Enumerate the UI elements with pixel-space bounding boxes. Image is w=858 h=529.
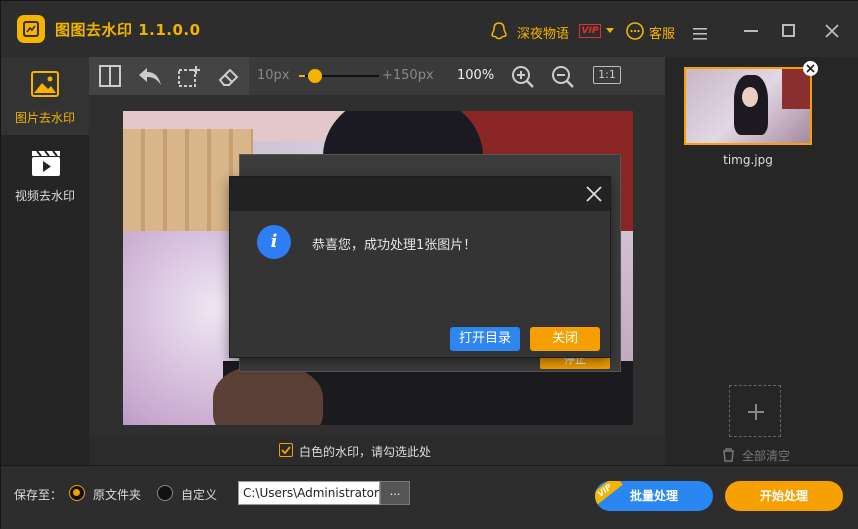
minimize-icon[interactable] — [744, 30, 758, 32]
file-list-panel: timg.jpg 全部清空 — [665, 57, 858, 465]
app-logo-icon — [17, 15, 45, 43]
remove-file-icon[interactable] — [803, 61, 818, 76]
start-process-button[interactable]: 开始处理 — [725, 481, 843, 511]
white-watermark-label[interactable]: 白色的水印，请勾选此处 — [299, 443, 431, 460]
radio-original-folder[interactable] — [69, 485, 85, 501]
slider-fill — [299, 75, 305, 77]
close-icon[interactable] — [824, 23, 840, 43]
radio-custom-folder-label[interactable]: 自定义 — [181, 486, 217, 503]
user-name[interactable]: 深夜物语 — [517, 23, 569, 42]
trash-icon[interactable] — [722, 447, 735, 466]
plus-icon — [748, 404, 764, 420]
actual-size-button[interactable]: 1:1 — [593, 66, 621, 84]
sidebar: 图片去水印 视频去水印 — [1, 57, 89, 465]
user-icon[interactable] — [489, 21, 509, 45]
split-view-icon[interactable] — [99, 65, 121, 91]
title-bar: 图图去水印 1.1.0.0 深夜物语 VIP 客服 — [1, 1, 858, 57]
success-message: 恭喜您，成功处理1张图片！ — [312, 238, 477, 253]
close-icon[interactable] — [585, 185, 603, 207]
app-window: 图图去水印 1.1.0.0 深夜物语 VIP 客服 图片去水印 视频去水印 10… — [0, 0, 858, 529]
video-clapper-icon — [32, 150, 60, 176]
eraser-icon[interactable] — [217, 65, 241, 93]
brush-size-max: +150px — [382, 68, 434, 83]
chat-service-icon[interactable] — [625, 21, 645, 45]
save-path-input[interactable] — [238, 481, 380, 505]
file-name: timg.jpg — [723, 153, 773, 167]
dialog-header — [230, 177, 610, 211]
white-watermark-checkbox[interactable] — [279, 443, 293, 457]
sidebar-item-label: 图片去水印 — [14, 111, 75, 125]
vip-ribbon: VIP — [595, 481, 623, 507]
image-icon — [31, 71, 59, 97]
sidebar-item-label: 视频去水印 — [14, 189, 75, 203]
save-to-label: 保存至： — [14, 488, 63, 502]
tool-group — [89, 57, 249, 95]
browse-button[interactable]: ... — [380, 481, 410, 505]
add-file-button[interactable] — [729, 385, 781, 437]
brush-size-min: 10px — [257, 68, 290, 83]
slider-handle[interactable] — [307, 69, 322, 83]
open-directory-button[interactable]: 打开目录 — [450, 327, 520, 351]
undo-icon[interactable] — [137, 65, 163, 91]
app-title: 图图去水印 1.1.0.0 — [55, 21, 201, 39]
info-icon: i — [257, 225, 291, 259]
bottom-bar: 保存至： 原文件夹 自定义 ... VIP 批量处理 开始处理 — [1, 465, 858, 529]
radio-original-folder-label[interactable]: 原文件夹 — [93, 486, 141, 503]
sidebar-item-image-watermark[interactable]: 图片去水印 — [1, 57, 89, 135]
close-button[interactable]: 关闭 — [530, 327, 600, 351]
zoom-level: 100% — [457, 68, 495, 83]
success-dialog: i 恭喜您，成功处理1张图片！ 打开目录 关闭 — [230, 177, 610, 357]
file-thumbnail[interactable] — [684, 67, 812, 145]
maximize-icon[interactable] — [782, 24, 795, 37]
menu-icon[interactable] — [693, 25, 709, 44]
service-link[interactable]: 客服 — [649, 23, 675, 42]
vip-badge[interactable]: VIP — [579, 24, 601, 38]
batch-process-label: 批量处理 — [629, 489, 678, 503]
zoom-out-icon[interactable] — [551, 65, 575, 93]
radio-custom-folder[interactable] — [157, 485, 173, 501]
edit-toolbar: 10px +150px 100% 1:1 — [89, 57, 665, 95]
batch-process-button[interactable]: VIP 批量处理 — [595, 481, 713, 511]
zoom-in-icon[interactable] — [511, 65, 535, 93]
sidebar-item-video-watermark[interactable]: 视频去水印 — [1, 135, 89, 213]
clear-all-button[interactable]: 全部清空 — [742, 447, 790, 464]
rect-select-icon[interactable] — [177, 65, 201, 93]
chevron-down-icon[interactable] — [606, 28, 614, 33]
